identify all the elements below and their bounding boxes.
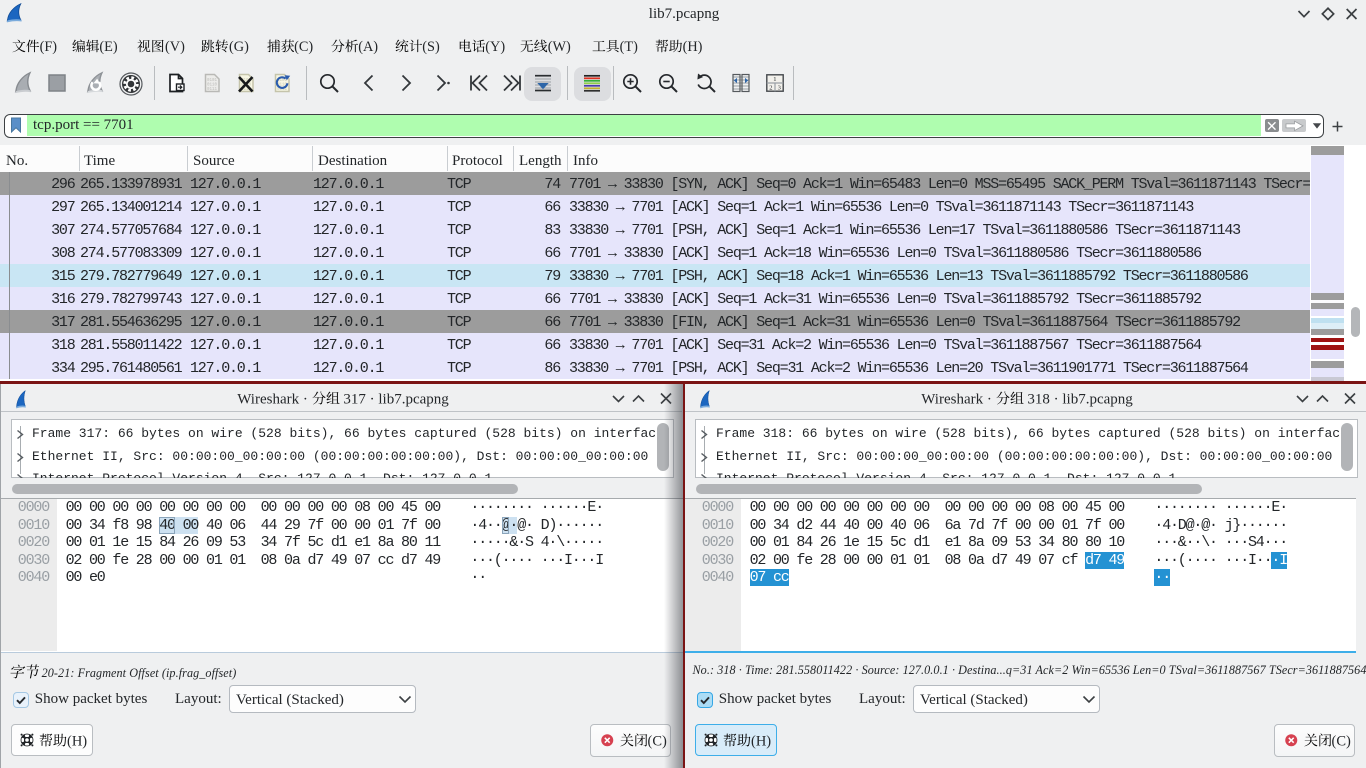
svg-text:0110: 0110	[207, 84, 218, 88]
svg-text:0101: 0101	[207, 79, 218, 83]
svg-text:2: 2	[769, 85, 772, 92]
svg-text:1: 1	[773, 76, 776, 83]
svg-text:0111: 0111	[207, 88, 218, 92]
svg-text:3: 3	[778, 85, 781, 92]
